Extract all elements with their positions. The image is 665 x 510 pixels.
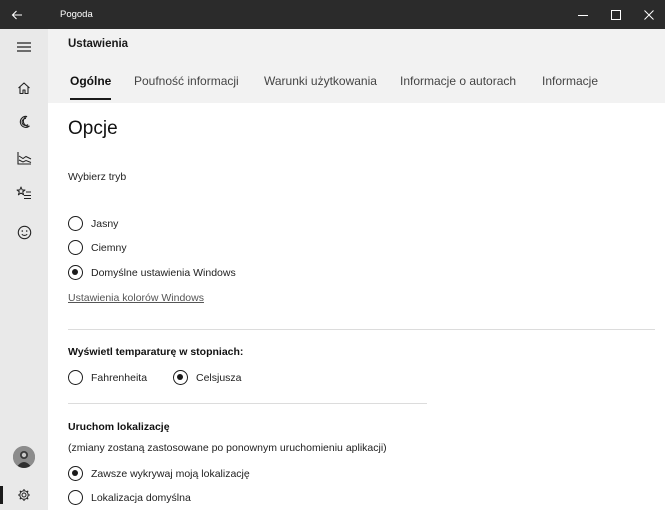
hamburger-menu-icon — [17, 42, 31, 52]
radio-circle — [68, 240, 83, 255]
window-controls — [566, 0, 665, 29]
radio-windows-default[interactable]: Domyślne ustawienia Windows — [68, 265, 236, 280]
radio-circle — [68, 490, 83, 505]
divider — [68, 329, 655, 330]
radio-label: Fahrenheita — [91, 371, 148, 384]
tab-bar: Ogólne Poufność informacji Warunki użytk… — [48, 62, 665, 103]
radio-label: Celsjusza — [196, 371, 242, 384]
radio-fahrenheit[interactable]: Fahrenheita — [68, 370, 147, 385]
sidebar-item-settings[interactable] — [0, 477, 48, 510]
radio-circle — [68, 466, 83, 481]
minimize-icon — [577, 14, 588, 16]
window-title: Pogoda — [60, 9, 93, 20]
back-arrow-icon — [11, 10, 22, 19]
home-icon — [18, 82, 30, 95]
sidebar-item-forecast[interactable] — [0, 104, 48, 140]
tab-general[interactable]: Ogólne — [70, 74, 112, 100]
tab-terms[interactable]: Warunki użytkowania — [264, 74, 377, 88]
divider — [68, 403, 427, 404]
settings-content: Opcje Wybierz tryb Jasny Ciemny Domyślne… — [48, 103, 665, 510]
radio-detect-location[interactable]: Zawsze wykrywaj moją lokalizację — [68, 466, 250, 481]
title-bar: Pogoda — [0, 0, 665, 29]
user-photo-icon — [13, 446, 35, 468]
star-list-icon — [16, 186, 31, 200]
radio-label: Ciemny — [91, 241, 127, 254]
menu-button[interactable] — [0, 29, 48, 65]
location-label: Uruchom lokalizację — [68, 421, 170, 433]
mode-label: Wybierz tryb — [68, 171, 127, 183]
section-title: Opcje — [68, 118, 118, 139]
radio-label: Lokalizacja domyślna — [91, 491, 191, 504]
radio-default-location[interactable]: Lokalizacja domyślna — [68, 490, 191, 505]
page-title: Ustawienia — [68, 38, 129, 50]
close-button[interactable] — [632, 0, 665, 29]
minimize-button[interactable] — [566, 0, 599, 29]
back-button[interactable] — [0, 0, 34, 29]
moon-crescent-icon — [19, 115, 30, 128]
tab-privacy[interactable]: Poufność informacji — [134, 74, 239, 88]
radio-celsius[interactable]: Celsjusza — [173, 370, 242, 385]
radio-dark[interactable]: Ciemny — [68, 240, 127, 255]
temperature-label: Wyświetl temparaturę w stopniach: — [68, 346, 244, 358]
sidebar-item-historical[interactable] — [0, 140, 48, 176]
page-header: Ustawienia — [48, 29, 665, 62]
gear-icon — [18, 489, 30, 501]
sidebar-item-feedback[interactable] — [0, 214, 48, 250]
sidebar-item-home[interactable] — [0, 70, 48, 106]
radio-label: Zawsze wykrywaj moją lokalizację — [91, 467, 250, 480]
radio-circle — [173, 370, 188, 385]
tab-about[interactable]: Informacje — [542, 74, 598, 88]
radio-circle — [68, 370, 83, 385]
tab-credits[interactable]: Informacje o autorach — [400, 74, 516, 88]
maximize-icon — [610, 9, 621, 20]
avatar[interactable] — [13, 446, 35, 468]
sidebar — [0, 29, 48, 510]
chart-lines-icon — [16, 152, 31, 165]
radio-circle — [68, 216, 83, 231]
location-note: (zmiany zostaną zastosowane po ponownym … — [68, 442, 387, 454]
sidebar-item-favorites[interactable] — [0, 175, 48, 211]
radio-label: Domyślne ustawienia Windows — [91, 266, 236, 279]
radio-label: Jasny — [91, 217, 119, 230]
maximize-button[interactable] — [599, 0, 632, 29]
smiley-icon — [17, 225, 31, 239]
radio-circle — [68, 265, 83, 280]
windows-color-settings-link[interactable]: Ustawienia kolorów Windows — [68, 292, 204, 304]
close-icon — [643, 9, 654, 20]
radio-light[interactable]: Jasny — [68, 216, 118, 231]
